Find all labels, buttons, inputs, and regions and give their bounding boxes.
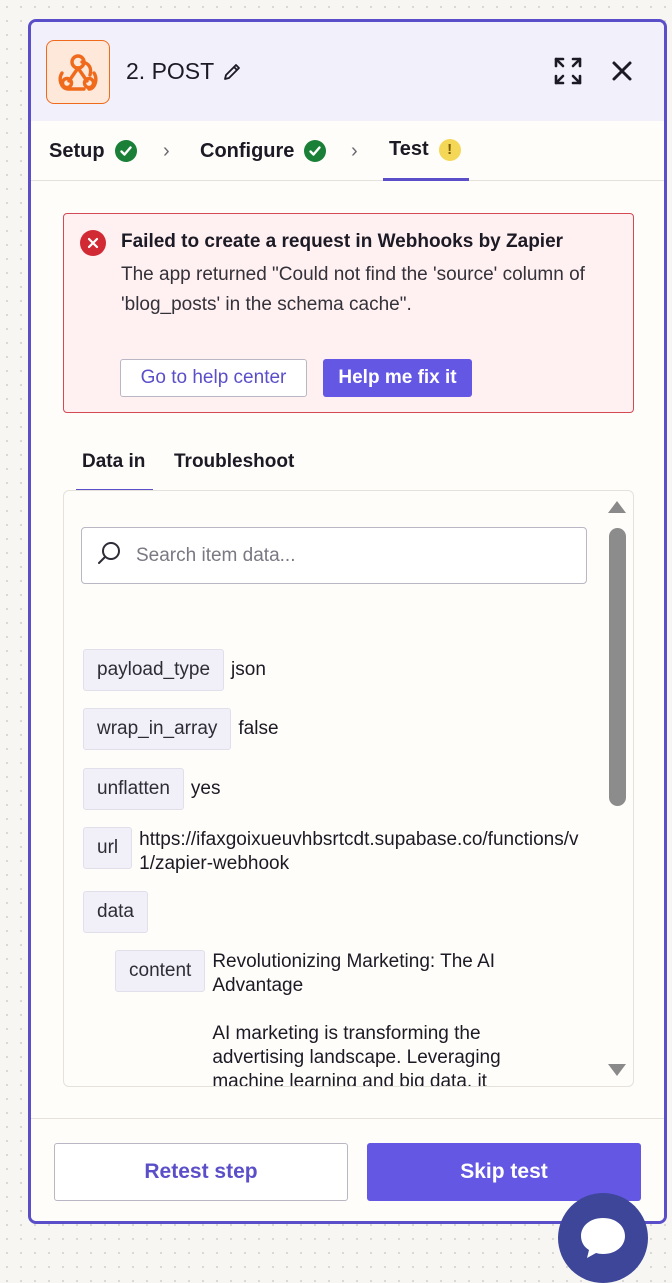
field-value: Revolutionizing Marketing: The AI Advant… [212, 950, 542, 1087]
data-row-content: content Revolutionizing Marketing: The A… [115, 950, 542, 1087]
tab-data-in[interactable]: Data in [76, 446, 153, 492]
close-icon[interactable] [606, 55, 638, 87]
content-heading: Revolutionizing Marketing: The AI Advant… [212, 951, 496, 996]
tab-setup-label: Setup [49, 139, 105, 162]
step-panel: 2. POST Setup › Configure › Test ! Faile… [28, 19, 667, 1224]
data-row-wrap-in-array: wrap_in_array false [83, 708, 279, 750]
tab-setup[interactable]: Setup [49, 121, 137, 181]
tab-test-label: Test [389, 138, 429, 160]
field-key[interactable]: content [115, 950, 206, 992]
scroll-up-arrow[interactable] [608, 501, 626, 513]
field-key[interactable]: unflatten [83, 768, 184, 810]
webhook-icon [46, 39, 110, 104]
expand-icon[interactable] [552, 55, 584, 87]
field-value: false [238, 718, 279, 739]
error-alert: Failed to create a request in Webhooks b… [63, 213, 634, 413]
field-value: yes [190, 778, 221, 799]
step-title[interactable]: 2. POST [126, 58, 242, 85]
help-center-button[interactable]: Go to help center [120, 359, 307, 397]
search-field[interactable]: Search item data... [81, 527, 587, 584]
tab-test[interactable]: Test ! [383, 121, 469, 181]
tab-configure-label: Configure [200, 139, 295, 162]
data-row-data: data [83, 891, 148, 933]
chat-bubble-icon[interactable] [558, 1193, 648, 1283]
retest-step-button[interactable]: Retest step [54, 1143, 348, 1201]
field-key[interactable]: payload_type [83, 649, 225, 691]
step-tabs: Setup › Configure › Test ! [31, 121, 664, 181]
scrollbar-thumb[interactable] [609, 528, 626, 806]
field-key[interactable]: url [83, 827, 133, 869]
data-row-url: url https://ifaxgoixueuvhbsrtcdt.supabas… [83, 827, 579, 876]
scroll-down-arrow[interactable] [608, 1064, 626, 1076]
data-in-panel: Search item data... payload_type json wr… [63, 490, 634, 1087]
error-title: Failed to create a request in Webhooks b… [121, 231, 564, 252]
search-icon [96, 540, 122, 571]
search-input[interactable]: Search item data... [136, 545, 295, 567]
field-value: json [231, 659, 266, 680]
tab-configure[interactable]: Configure [200, 121, 327, 181]
content-body: AI marketing is transforming the adverti… [212, 1023, 501, 1087]
chevron-right-icon: › [351, 140, 358, 162]
step-header: 2. POST [31, 22, 664, 121]
warning-icon: ! [438, 138, 461, 161]
data-row-payload-type: payload_type json [83, 649, 266, 691]
tab-troubleshoot[interactable]: Troubleshoot [174, 446, 294, 492]
error-message: The app returned "Could not find the 'so… [121, 264, 585, 315]
check-circle-icon [304, 140, 327, 162]
field-key[interactable]: wrap_in_array [83, 708, 232, 750]
field-key[interactable]: data [83, 891, 148, 933]
field-value: https://ifaxgoixueuvhbsrtcdt.supabase.co… [139, 829, 579, 874]
error-icon [80, 230, 106, 256]
chevron-right-icon: › [163, 140, 170, 162]
data-row-unflatten: unflatten yes [83, 768, 220, 810]
check-circle-icon [114, 140, 137, 162]
pencil-icon[interactable] [222, 62, 242, 82]
step-title-text: 2. POST [126, 58, 215, 84]
help-me-fix-button[interactable]: Help me fix it [323, 359, 472, 397]
